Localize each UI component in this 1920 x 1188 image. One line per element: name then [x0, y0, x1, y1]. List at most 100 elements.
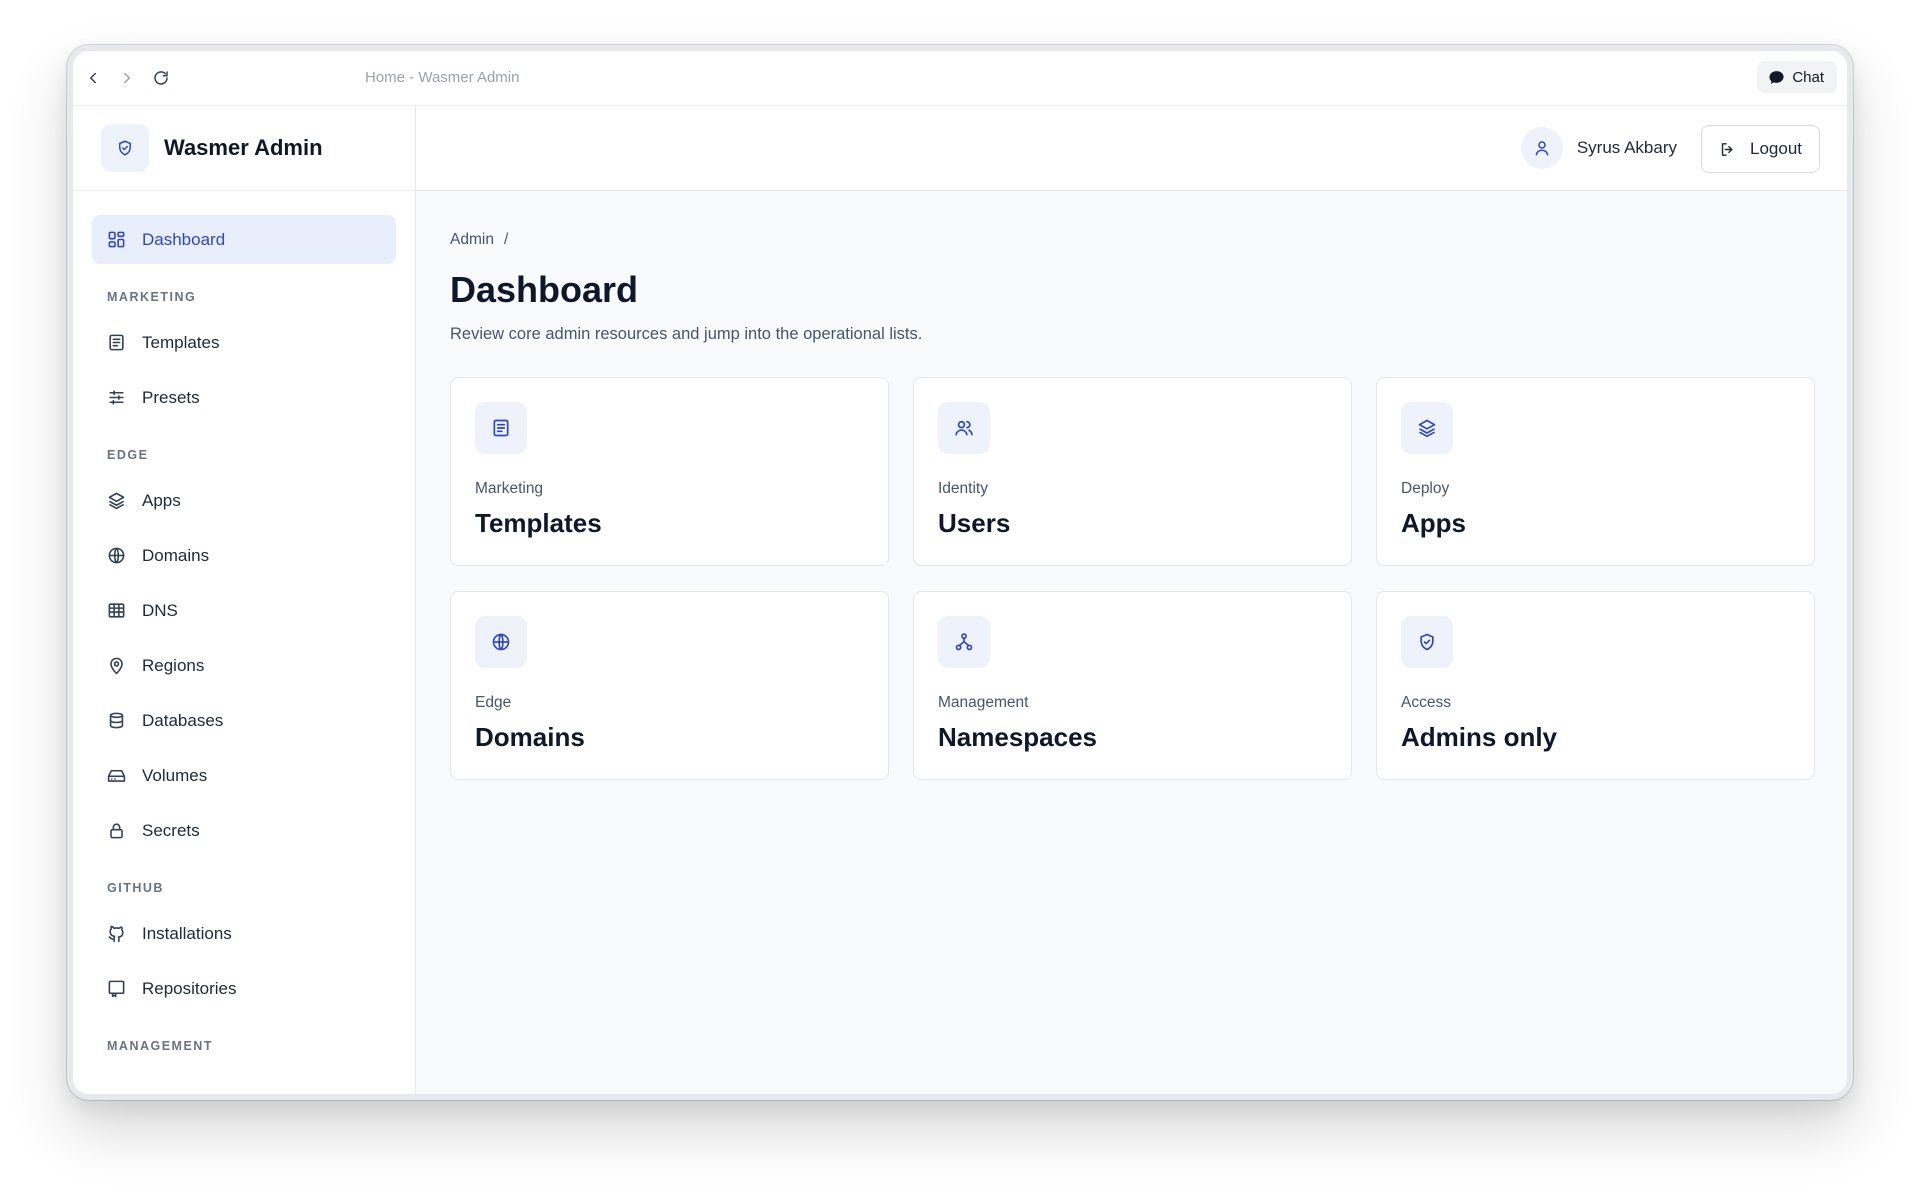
document-icon [109, 334, 124, 351]
sidebar-item-repositories[interactable]: Repositories [92, 964, 396, 1013]
sidebar-item-label: Presets [142, 387, 200, 407]
chat-button[interactable]: Chat [1757, 61, 1837, 93]
breadcrumb: Admin / [450, 231, 1819, 249]
sidebar-item-dns[interactable]: DNS [92, 586, 396, 635]
sidebar-item-secrets[interactable]: Secrets [92, 806, 396, 855]
sidebar-item-regions[interactable]: Regions [92, 641, 396, 690]
layers-icon [1418, 419, 1436, 438]
breadcrumb-separator: / [503, 231, 509, 248]
github-icon [108, 925, 124, 943]
layers-icon [108, 492, 125, 510]
section-label-management: MANAGEMENT [107, 1039, 213, 1053]
sidebar-item-installations[interactable]: Installations [92, 909, 396, 958]
card-icon [938, 616, 990, 668]
sidebar-item-label: Regions [142, 655, 205, 675]
sidebar-item-databases[interactable]: Databases [92, 696, 396, 745]
sidebar-item-dashboard[interactable]: Dashboard [92, 215, 396, 264]
user-name: Syrus Akbary [1576, 138, 1677, 157]
sidebar-item-presets[interactable]: Presets [92, 373, 396, 422]
chat-label: Chat [1792, 68, 1824, 86]
sidebar-item-domains[interactable]: Domains [92, 531, 396, 580]
user-icon [1535, 141, 1549, 156]
screenshot-stage: Home - Wasmer Admin Chat Wasmer Admin Da… [0, 0, 1920, 1188]
card-title: Users [938, 508, 1011, 538]
table-icon [108, 603, 125, 618]
page-title: Dashboard [450, 269, 639, 310]
reload-icon [154, 71, 168, 85]
section-label-github: GITHUB [107, 881, 164, 895]
top-bar: Syrus Akbary Logout [416, 106, 1847, 191]
card-namespaces[interactable]: Management Namespaces [913, 591, 1352, 780]
card-icon [475, 402, 527, 454]
brand[interactable]: Wasmer Admin [73, 106, 415, 191]
card-title: Apps [1401, 508, 1466, 538]
chevron-left-icon [90, 72, 96, 84]
sidebar-nav: Dashboard MARKETING Templates Presets ED… [73, 191, 415, 1053]
map-pin-icon [110, 657, 123, 675]
logout-button[interactable]: Logout [1701, 125, 1820, 173]
address-bar[interactable]: Home - Wasmer Admin [365, 69, 519, 86]
reload-button[interactable] [148, 65, 174, 91]
card-icon [475, 616, 527, 668]
logout-icon [1721, 142, 1733, 156]
database-icon [109, 712, 124, 729]
avatar [1520, 127, 1563, 169]
card-category: Edge [475, 694, 512, 711]
card-category: Marketing [475, 480, 544, 497]
card-templates[interactable]: Marketing Templates [450, 377, 889, 566]
shield-icon [1420, 633, 1434, 651]
card-category: Deploy [1401, 480, 1450, 497]
chevron-right-icon [124, 72, 130, 84]
sidebar-item-label: Volumes [142, 765, 208, 785]
browser-window: Home - Wasmer Admin Chat Wasmer Admin Da… [67, 45, 1853, 1100]
user-menu[interactable]: Syrus Akbary [1520, 127, 1677, 169]
card-category: Identity [938, 480, 988, 497]
brand-title: Wasmer Admin [164, 135, 323, 160]
card-admins-only[interactable]: Access Admins only [1376, 591, 1815, 780]
sidebar-item-label: Dashboard [142, 229, 226, 249]
back-button[interactable] [80, 65, 106, 91]
sidebar-item-label: Templates [142, 332, 220, 352]
card-users[interactable]: Identity Users [913, 377, 1352, 566]
lock-icon [110, 823, 123, 839]
card-icon [1401, 616, 1453, 668]
resource-grid: Marketing Templates Identity Users Deplo… [450, 377, 1819, 780]
brand-logo [101, 124, 149, 172]
sidebar-item-templates[interactable]: Templates [92, 318, 396, 367]
card-title: Admins only [1401, 722, 1558, 752]
sidebar-item-label: DNS [142, 600, 178, 620]
sidebar-item-label: Domains [142, 545, 210, 565]
card-title: Domains [475, 722, 585, 752]
card-domains[interactable]: Edge Domains [450, 591, 889, 780]
breadcrumb-admin[interactable]: Admin [450, 231, 494, 249]
section-label-marketing: MARKETING [107, 290, 197, 304]
sidebar-item-label: Databases [142, 710, 224, 730]
page-description: Review core admin resources and jump int… [450, 325, 923, 343]
sidebar: Wasmer Admin Dashboard MARKETING Templat… [73, 106, 416, 1094]
card-title: Templates [475, 508, 602, 538]
forward-button[interactable] [114, 65, 140, 91]
shield-check-icon [119, 140, 131, 156]
globe-icon [492, 633, 510, 651]
grid-icon [108, 231, 125, 248]
hard-drive-icon [107, 769, 126, 782]
sidebar-item-volumes[interactable]: Volumes [92, 751, 396, 800]
card-icon [938, 402, 990, 454]
card-apps[interactable]: Deploy Apps [1376, 377, 1815, 566]
sidebar-item-label: Apps [142, 490, 181, 510]
sliders-icon [109, 390, 124, 405]
card-icon [1401, 402, 1453, 454]
document-icon [493, 419, 509, 437]
page-content: Admin / Dashboard Review core admin reso… [416, 191, 1847, 780]
section-label-edge: EDGE [107, 448, 149, 462]
card-category: Access [1401, 694, 1451, 711]
sidebar-item-label: Secrets [142, 820, 200, 840]
main-area: Syrus Akbary Logout Admin / Dashboard Re… [416, 106, 1847, 1094]
logout-label: Logout [1750, 139, 1802, 158]
sidebar-item-label: Repositories [142, 978, 237, 998]
chat-bubble-icon [1769, 70, 1784, 84]
card-category: Management [938, 694, 1029, 711]
users-icon [955, 420, 973, 436]
network-icon [955, 633, 973, 651]
sidebar-item-apps[interactable]: Apps [92, 476, 396, 525]
